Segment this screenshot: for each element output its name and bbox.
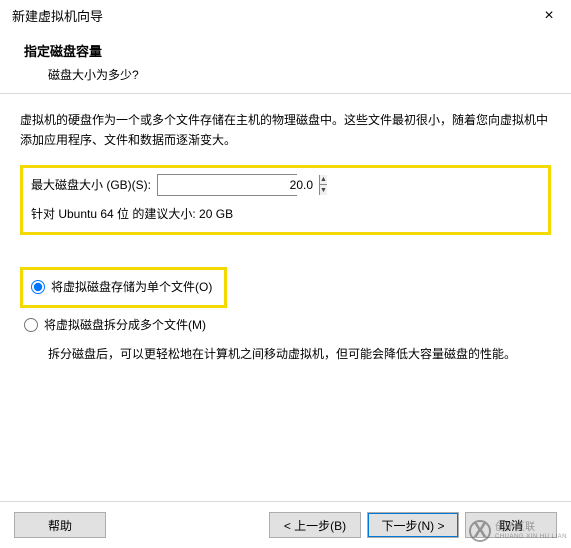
page-heading: 指定磁盘容量: [24, 41, 547, 60]
description-text: 虚拟机的硬盘作为一个或多个文件存储在主机的物理磁盘中。这些文件最初很小，随着您向…: [20, 110, 551, 151]
spinner-arrows: ▲ ▼: [319, 175, 327, 195]
radio-split-file[interactable]: 将虚拟磁盘拆分成多个文件(M): [20, 312, 551, 338]
split-help-text: 拆分磁盘后，可以更轻松地在计算机之间移动虚拟机，但可能会降低大容量磁盘的性能。: [48, 344, 551, 364]
window-title: 新建虚拟机向导: [12, 6, 103, 25]
wizard-header: 指定磁盘容量 磁盘大小为多少?: [0, 33, 571, 93]
titlebar: 新建虚拟机向导 ×: [0, 0, 571, 33]
page-subheading: 磁盘大小为多少?: [48, 66, 547, 83]
wizard-footer: 帮助 < 上一步(B) 下一步(N) > 取消: [0, 501, 571, 538]
next-button[interactable]: 下一步(N) >: [367, 512, 459, 538]
wizard-content: 虚拟机的硬盘作为一个或多个文件存储在主机的物理磁盘中。这些文件最初很小，随着您向…: [0, 94, 571, 364]
radio-single-file-label: 将虚拟磁盘存储为单个文件(O): [51, 277, 212, 297]
radio-split-file-label: 将虚拟磁盘拆分成多个文件(M): [44, 315, 206, 335]
radio-split-file-input[interactable]: [24, 318, 38, 332]
close-icon[interactable]: ×: [539, 7, 559, 25]
disk-size-section: 最大磁盘大小 (GB)(S): ▲ ▼ 针对 Ubuntu 64 位 的建议大小…: [20, 165, 551, 235]
radio-single-file[interactable]: 将虚拟磁盘存储为单个文件(O): [27, 274, 216, 300]
spinner-down-icon[interactable]: ▼: [320, 185, 327, 195]
single-file-option-box: 将虚拟磁盘存储为单个文件(O): [20, 267, 227, 307]
help-button[interactable]: 帮助: [14, 512, 106, 538]
radio-single-file-input[interactable]: [31, 280, 45, 294]
disk-size-label: 最大磁盘大小 (GB)(S):: [31, 175, 151, 195]
recommended-size-text: 针对 Ubuntu 64 位 的建议大小: 20 GB: [31, 204, 540, 224]
spinner-up-icon[interactable]: ▲: [320, 175, 327, 186]
back-button[interactable]: < 上一步(B): [269, 512, 361, 538]
cancel-button[interactable]: 取消: [465, 512, 557, 538]
disk-size-spinner[interactable]: ▲ ▼: [157, 174, 297, 196]
disk-size-input[interactable]: [158, 175, 319, 195]
